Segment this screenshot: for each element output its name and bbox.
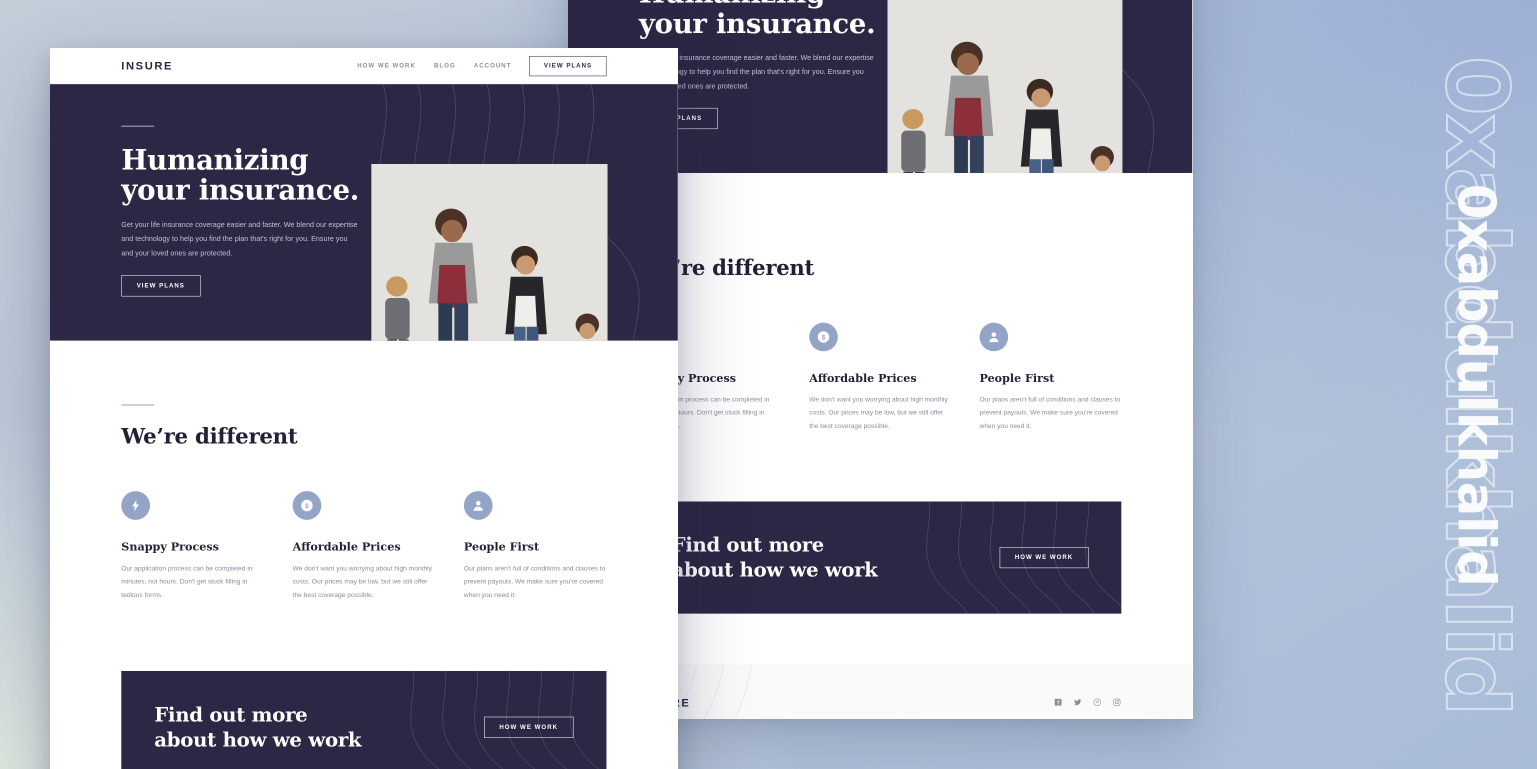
different-heading: We’re different (121, 423, 298, 449)
dollar-coin-icon: $ (809, 322, 838, 352)
dollar-coin-icon: $ (292, 491, 322, 520)
feature-card: People First Our plans aren't full of co… (979, 322, 1122, 433)
footer-socials-back (1054, 698, 1122, 710)
watermark-solid-text: 0xabdulkhalid (1446, 183, 1506, 586)
feature-card: People First Our plans aren't full of co… (463, 491, 607, 602)
twitter-icon[interactable] (1073, 698, 1082, 710)
site-logo[interactable]: INSURE (121, 59, 173, 72)
facebook-icon[interactable] (1054, 698, 1063, 710)
hero-paragraph: Get your life insurance coverage easier … (121, 220, 358, 258)
hero-photo-back (887, 0, 1123, 173)
feature-cards: Snappy Process Our application process c… (121, 491, 606, 602)
feature-card: $ Affordable Prices We don't want you wo… (292, 491, 436, 602)
footer-top-back: INSURE (639, 697, 1121, 719)
hero-title: Humanizing your insurance. (121, 143, 360, 207)
feature-title: Snappy Process (121, 540, 219, 554)
svg-text:$: $ (305, 503, 309, 510)
feature-title: Affordable Prices (809, 371, 917, 385)
cta-heading: Find out more about how we work (154, 702, 362, 752)
nav-view-plans-button[interactable]: VIEW PLANS (529, 55, 607, 76)
feature-title: Affordable Prices (292, 540, 401, 554)
cta-band: Find out more about how we work HOW WE WO… (121, 670, 607, 769)
site-navbar: INSURE HOW WE WORK BLOG ACCOUNT VIEW PLA… (50, 48, 678, 85)
person-icon (463, 491, 493, 520)
feature-card: $ Affordable Prices We don't want you wo… (809, 322, 951, 433)
different-section: We’re different Snappy Process Our appli… (50, 340, 678, 650)
nav-item-how-we-work[interactable]: HOW WE WORK (357, 63, 416, 69)
watermark: 0xabdulkhalid 0xabdulkhalid (1413, 0, 1537, 769)
feature-card: Snappy Process Our application process c… (121, 491, 264, 602)
person-icon (979, 322, 1009, 352)
feature-title: People First (979, 371, 1055, 385)
lightning-bolt-icon (121, 491, 151, 520)
hero-title-back: Humanizingyour insurance. (638, 0, 876, 40)
feature-body: Our plans aren't full of conditions and … (979, 395, 1121, 430)
nav-item-blog[interactable]: BLOG (434, 63, 456, 69)
hero-view-plans-button[interactable]: VIEW PLANS (121, 275, 201, 297)
different-heading-back: We’re different (638, 255, 815, 281)
nav-item-account[interactable]: ACCOUNT (474, 63, 512, 69)
cta-heading-back: Find out more about how we work (671, 533, 878, 582)
feature-body: Our application process can be completed… (121, 564, 253, 599)
cta-band-back: Find out more about how we work HOW WE WO… (638, 501, 1122, 614)
svg-text:$: $ (822, 335, 826, 342)
different-rule (121, 404, 155, 406)
navbar-right: HOW WE WORK BLOG ACCOUNT VIEW PLANS (357, 55, 607, 76)
pinterest-icon[interactable] (1093, 698, 1102, 710)
desktop-backdrop: Humanizingyour insurance. Get your life … (0, 0, 1537, 769)
watermark-outline-text: 0xabdulkhalid (1425, 54, 1527, 714)
feature-cards-back: Snappy Process Our application process c… (638, 322, 1122, 433)
cta-how-we-work-button-back[interactable]: HOW WE WORK (999, 546, 1089, 569)
browser-window-front[interactable]: INSURE HOW WE WORK BLOG ACCOUNT VIEW PLA… (50, 48, 678, 769)
insure-landing-page-front: INSURE HOW WE WORK BLOG ACCOUNT VIEW PLA… (50, 48, 678, 769)
feature-body: Our plans aren't full of conditions and … (463, 564, 606, 599)
instagram-icon[interactable] (1112, 698, 1121, 710)
hero-photo (371, 163, 608, 341)
cta-how-we-work-button[interactable]: HOW WE WORK (483, 716, 574, 739)
hero-section: Humanizing your insurance. Get your life … (50, 84, 678, 341)
feature-body: We don't want you worrying about high mo… (292, 564, 432, 599)
feature-body: We don't want you worrying about high mo… (809, 395, 948, 430)
hero-rule (121, 125, 155, 127)
feature-title: People First (463, 540, 540, 554)
